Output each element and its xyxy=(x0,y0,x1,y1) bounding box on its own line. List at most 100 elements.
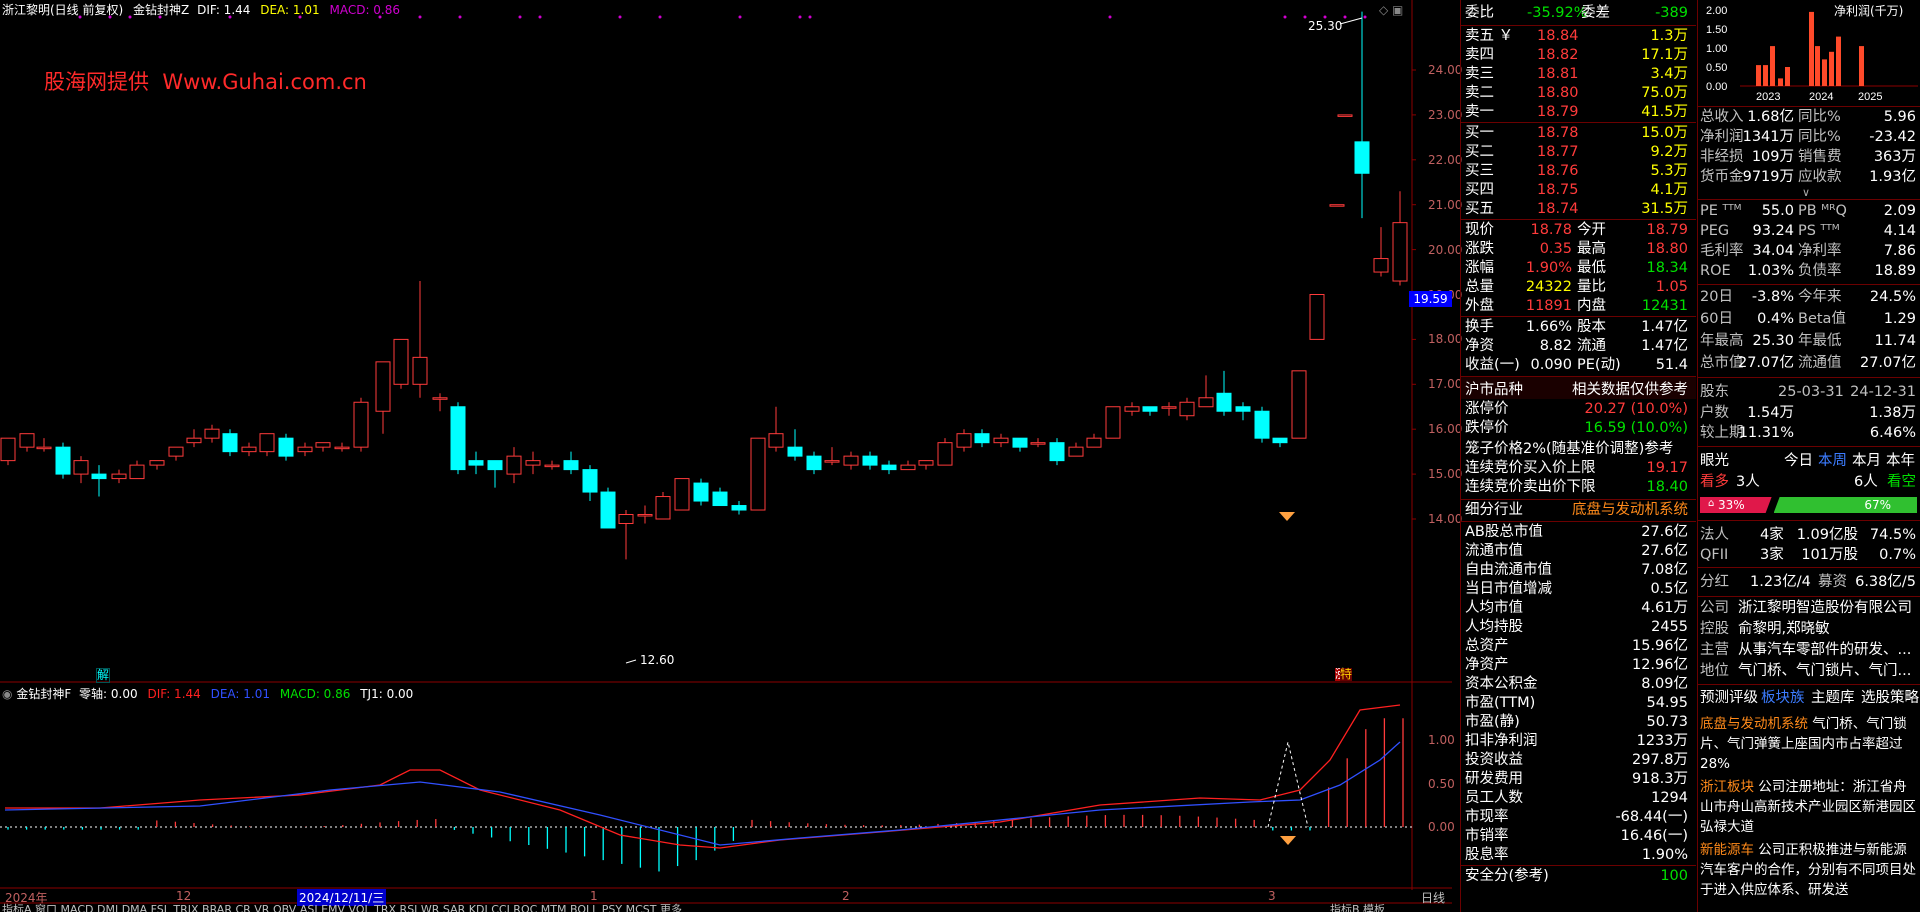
link-sector[interactable]: 板块族 xyxy=(1761,689,1805,708)
fundamental-value: 1233万 xyxy=(1636,733,1688,749)
inst-shares: 1.09亿股 xyxy=(1796,527,1858,543)
weicha-value: -389 xyxy=(1655,5,1688,21)
data-row: 货币金 9719万 应收款 1.93亿 xyxy=(1698,168,1920,187)
profit-bar xyxy=(1809,11,1814,86)
data-row: 外盘 11891 内盘 12431 xyxy=(1461,297,1696,316)
view-tab-today[interactable]: 今日 xyxy=(1784,452,1813,471)
fin-value: 0.4% xyxy=(1757,311,1794,327)
holder-value: 1.54万 xyxy=(1747,405,1794,421)
concept-tag[interactable]: 浙江板块 xyxy=(1700,779,1758,795)
signal-dot xyxy=(658,15,662,19)
fin-value: 1.03% xyxy=(1747,263,1794,279)
fin-value: 25.30 xyxy=(1752,333,1794,349)
holders-date1: 25-03-31 xyxy=(1778,384,1844,400)
kline-chart-area[interactable]: 浙江黎明(日线 前复权) 金钻封神Z DIF: 1.44 DEA: 1.01 M… xyxy=(0,0,1462,912)
order-level-label: 买五 xyxy=(1465,201,1494,217)
stat-value: 11891 xyxy=(1525,298,1572,314)
data-row: 投资收益 297.8万 xyxy=(1461,751,1696,770)
data-row: 市销率 16.46(一) xyxy=(1461,827,1696,846)
order-level-volume: 1.3万 xyxy=(1650,28,1688,44)
data-row: 非经损 109万 销售费 363万 xyxy=(1698,148,1920,167)
stat-label: 换手 xyxy=(1465,319,1494,335)
fin-label: ROE xyxy=(1700,263,1731,279)
indicator-tab-right[interactable]: 指标B 模板 xyxy=(1330,903,1385,912)
order-level-label: 买一 xyxy=(1465,125,1494,141)
sentiment-bar: 33% 67% xyxy=(1700,497,1917,513)
fundamental-value: 0.5亿 xyxy=(1650,581,1688,597)
fundamental-label: 投资收益 xyxy=(1465,752,1523,768)
fin-label: 货币金 xyxy=(1700,169,1744,185)
bull-label[interactable]: 看多 xyxy=(1700,473,1729,492)
bear-pct: 67% xyxy=(1864,498,1891,512)
candle-body xyxy=(993,437,1009,444)
candle-body xyxy=(1309,294,1325,340)
sell-floor-value: 18.40 xyxy=(1646,479,1688,495)
sub-macd-label: MACD: 0.86 xyxy=(279,687,351,701)
industry-value[interactable]: 底盘与发动机系统 xyxy=(1572,501,1688,520)
profit-bar xyxy=(1829,51,1834,86)
date-jan: 1 xyxy=(590,889,598,903)
view-tab-year[interactable]: 本年 xyxy=(1886,452,1915,471)
special-marker: 特 xyxy=(1340,667,1353,681)
fin-value: 363万 xyxy=(1873,149,1916,165)
data-row: 现价 18.78 今开 18.79 xyxy=(1461,221,1696,240)
indicator-tab-bar[interactable]: 指标A 窗口 MACD DMI DMA FSL TRIX BRAR CR VR … xyxy=(2,903,1342,912)
weibi-value: -35.92% xyxy=(1527,5,1588,21)
sub-chart-gear-icon[interactable]: ◉ xyxy=(2,687,12,701)
order-level-price: 18.79 xyxy=(1537,104,1579,120)
data-row: 较上期 11.31% 6.46% xyxy=(1698,424,1920,443)
candle-body xyxy=(618,514,634,524)
candle-body xyxy=(750,437,766,511)
fin-label: 同比% xyxy=(1798,109,1841,125)
bear-label[interactable]: 看空 xyxy=(1887,473,1916,492)
fundamental-value: 12.96亿 xyxy=(1631,657,1688,673)
fin-value: 109万 xyxy=(1751,149,1794,165)
view-tab-month[interactable]: 本月 xyxy=(1852,452,1881,471)
price-axis-label: 23.00 xyxy=(1428,107,1463,122)
fundamental-label: 人均市值 xyxy=(1465,600,1523,616)
chart-settings-icon[interactable]: ◇ ▣ xyxy=(1379,3,1403,17)
candle-body xyxy=(412,356,428,385)
bear-count: 6人 xyxy=(1854,474,1878,490)
fin-value: 1.93亿 xyxy=(1869,169,1916,185)
period-label[interactable]: 日线 xyxy=(1421,889,1445,906)
data-row: 卖二 18.80 75.0万 xyxy=(1461,84,1696,103)
profit-axis-label: 1.00 xyxy=(1706,43,1727,55)
fundamental-label: 总资产 xyxy=(1465,638,1509,654)
candle-body xyxy=(1179,401,1195,417)
link-forecast[interactable]: 预测评级 xyxy=(1700,689,1758,708)
inst-count: 4家 xyxy=(1760,527,1784,543)
limit-down-label: 跌停价 xyxy=(1465,420,1509,436)
data-row: 自由流通市值 7.08亿 xyxy=(1461,561,1696,580)
order-level-volume: 75.0万 xyxy=(1641,85,1688,101)
profit-bar xyxy=(1778,78,1783,86)
concept-tag[interactable]: 新能源车 xyxy=(1700,842,1758,858)
price-axis-label: 17.00 xyxy=(1428,377,1463,392)
buy-cap-value: 19.17 xyxy=(1646,460,1688,476)
data-row: 净资产 12.96亿 xyxy=(1461,656,1696,675)
view-tab-week[interactable]: 本周 xyxy=(1818,452,1847,471)
holder-label: 户数 xyxy=(1700,405,1729,421)
profit-axis-label: 0.00 xyxy=(1706,81,1727,93)
candle-body xyxy=(674,478,690,511)
link-theme[interactable]: 主题库 xyxy=(1811,689,1855,708)
unlock-marker: 解 xyxy=(96,668,111,683)
fin-label: 毛利率 xyxy=(1700,243,1744,259)
fin-value: -23.42 xyxy=(1869,129,1916,145)
link-strategy[interactable]: 选股策略 xyxy=(1861,689,1919,708)
order-level-price: 18.75 xyxy=(1537,182,1579,198)
data-row: 换手 1.66% 股本 1.47亿 xyxy=(1461,318,1696,337)
date-feb: 2 xyxy=(842,889,850,903)
candle-body xyxy=(1086,437,1102,448)
kline-chart[interactable] xyxy=(0,0,1452,912)
stat-value: 1.47亿 xyxy=(1641,319,1688,335)
candle-body xyxy=(0,437,16,462)
profit-axis-label: 2.00 xyxy=(1706,5,1727,17)
stat-label: 外盘 xyxy=(1465,298,1494,314)
concept-tag[interactable]: 底盘与发动机系统 xyxy=(1700,716,1812,732)
fundamental-label: 市盈(静) xyxy=(1465,714,1520,730)
data-row: 市现率 -68.44(一) xyxy=(1461,808,1696,827)
profit-bar xyxy=(1756,65,1761,86)
candle-body xyxy=(712,491,728,507)
expand-chevron-icon[interactable]: ∨ xyxy=(1802,186,1810,199)
